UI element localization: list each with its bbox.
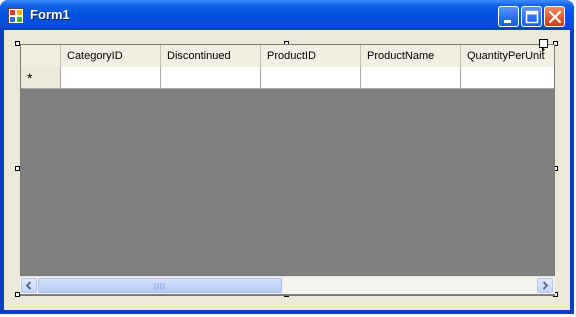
maximize-icon [525, 10, 539, 24]
data-grid-view[interactable]: CategoryID Discontinued ProductID Produc… [20, 44, 555, 296]
arrow-left-icon [25, 281, 32, 290]
column-header-categoryid[interactable]: CategoryID [61, 45, 161, 67]
horizontal-scrollbar[interactable] [20, 276, 555, 294]
smart-tag-button[interactable] [539, 39, 548, 52]
cell-discontinued[interactable] [161, 67, 261, 88]
cell-productid[interactable] [261, 67, 361, 88]
column-header-productid[interactable]: ProductID [261, 45, 361, 67]
title-bar[interactable]: Form1 [0, 0, 574, 30]
minimize-button[interactable] [498, 6, 519, 27]
column-header-row: CategoryID Discontinued ProductID Produc… [21, 45, 554, 68]
form-client-area: CategoryID Discontinued ProductID Produc… [4, 30, 570, 310]
scroll-left-button[interactable] [21, 278, 37, 293]
window: Form1 CategoryID Discontinued ProductID … [0, 0, 574, 314]
arrow-right-icon [542, 47, 545, 52]
scroll-thumb[interactable] [38, 278, 282, 293]
table-row[interactable] [61, 67, 554, 89]
cell-categoryid[interactable] [61, 67, 161, 88]
minimize-icon [504, 20, 511, 23]
window-title: Form1 [30, 7, 70, 22]
corner-header-cell[interactable] [21, 45, 61, 67]
maximize-button[interactable] [521, 6, 542, 27]
cell-quantityperunit[interactable] [461, 67, 554, 88]
column-header-productname[interactable]: ProductName [361, 45, 461, 67]
app-icon [8, 8, 24, 24]
grip-icon [154, 283, 165, 290]
close-icon [548, 10, 562, 24]
arrow-right-icon [542, 281, 549, 290]
scroll-right-button[interactable] [537, 278, 553, 293]
cell-productname[interactable] [361, 67, 461, 88]
column-header-discontinued[interactable]: Discontinued [161, 45, 261, 67]
close-button[interactable] [544, 6, 565, 27]
new-row-header[interactable]: * [21, 67, 61, 89]
